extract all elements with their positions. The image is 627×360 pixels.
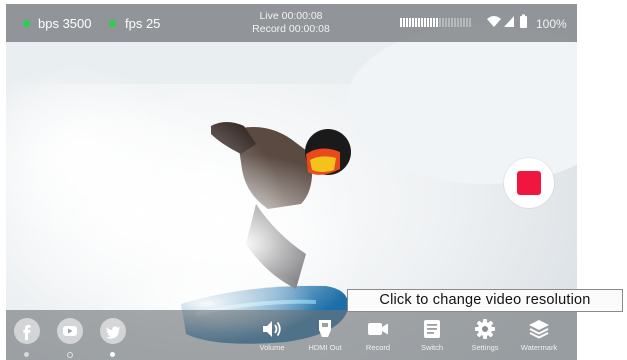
youtube-icon: [63, 326, 77, 336]
pager-dot[interactable]: [24, 352, 29, 357]
pager-dot[interactable]: [67, 352, 73, 358]
system-status-icons: [487, 14, 527, 28]
hdmi-out-button[interactable]: HDMI Out: [299, 318, 351, 352]
volume-label: Volume: [259, 343, 285, 352]
watermark-label: Watermark: [520, 343, 558, 352]
bitrate-readout: bps 3500: [38, 16, 92, 31]
resolution-tooltip: Click to change video resolution: [347, 289, 623, 312]
settings-button[interactable]: Settings: [459, 318, 511, 352]
twitter-button[interactable]: [100, 318, 126, 344]
twitter-icon: [106, 326, 120, 339]
battery-percentage: 100%: [536, 17, 567, 31]
switch-button[interactable]: Switch: [406, 318, 458, 352]
settings-label: Settings: [471, 343, 499, 352]
record-button[interactable]: [504, 158, 554, 208]
record-timer: Record 00:00:08: [252, 23, 330, 35]
volume-icon: [263, 321, 281, 337]
wifi-icon: [487, 16, 501, 27]
video-camera-icon: [368, 323, 388, 335]
layers-icon: [529, 320, 549, 339]
hdmi-out-label: HDMI Out: [308, 343, 342, 352]
record-label: Record: [365, 343, 391, 352]
hdmi-icon: [319, 320, 331, 337]
gear-icon: [475, 319, 495, 339]
switch-label: Switch: [420, 343, 444, 352]
watermark-button[interactable]: Watermark: [513, 318, 565, 352]
facebook-button[interactable]: [14, 318, 40, 344]
live-timer: Live 00:00:08: [259, 10, 323, 22]
youtube-button[interactable]: [57, 318, 83, 344]
fps-readout: fps 25: [125, 16, 161, 31]
bitrate-indicator-icon: [23, 20, 30, 27]
bottom-toolbar: Volume HDMI Out Record Switch Settings W…: [6, 310, 577, 360]
timer-block: Live 00:00:08 Record 00:00:08: [206, 10, 376, 36]
record-toolbar-button[interactable]: Record: [352, 318, 404, 352]
cellular-signal-icon: [504, 16, 514, 27]
pager-dot-active[interactable]: [110, 352, 115, 357]
record-stop-icon: [517, 171, 541, 195]
status-bar: bps 3500 fps 25 Live 00:00:08 Record 00:…: [6, 4, 577, 42]
fps-indicator-icon: [109, 20, 116, 27]
audio-level-meter: [400, 18, 471, 27]
switch-icon: [424, 320, 440, 338]
battery-icon: [520, 14, 527, 28]
facebook-icon: [23, 325, 31, 340]
volume-button[interactable]: Volume: [246, 318, 298, 352]
